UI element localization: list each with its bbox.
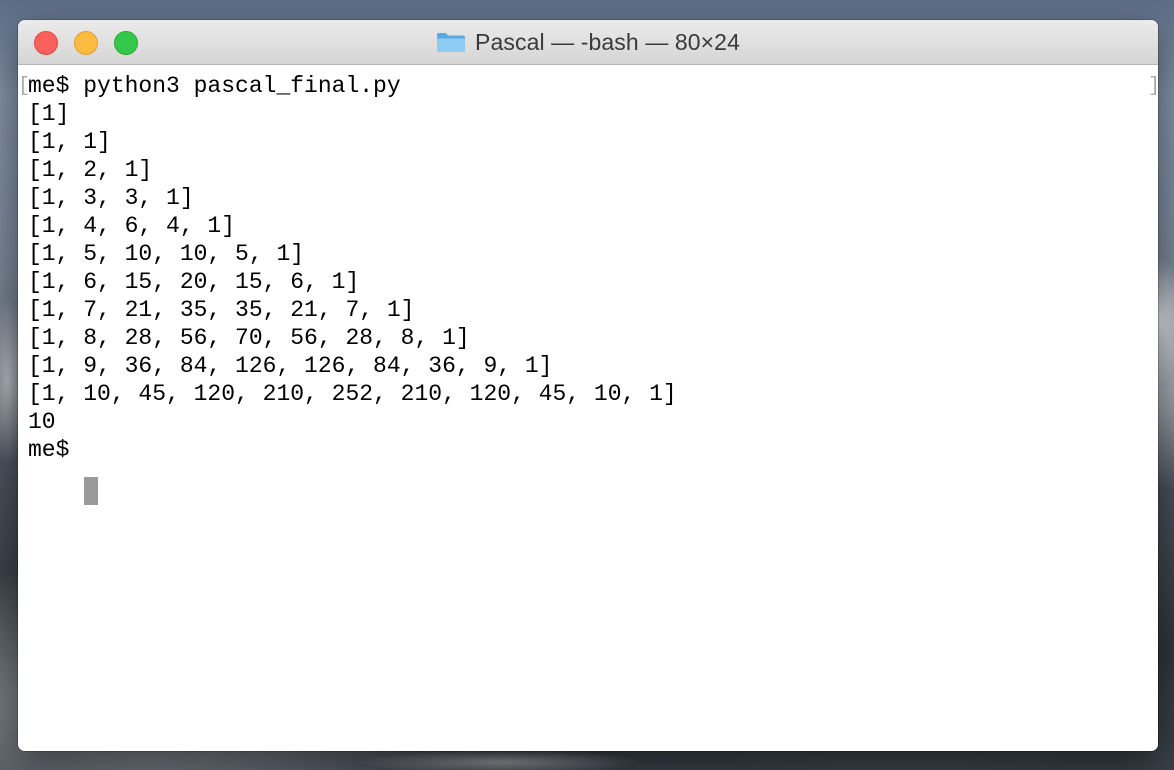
- left-bracket-marker: [: [18, 75, 31, 98]
- command-line: me$ python3 pascal_final.py: [28, 73, 401, 99]
- title-group: Pascal — -bash — 80×24: [18, 20, 1158, 64]
- output-line: [1, 8, 28, 56, 70, 56, 28, 8, 1]: [28, 325, 470, 351]
- output-line: [1]: [28, 101, 70, 127]
- output-line: [1, 7, 21, 35, 35, 21, 7, 1]: [28, 297, 415, 323]
- folder-icon: [437, 33, 466, 52]
- terminal-content[interactable]: [ ] me$ python3 pascal_final.py [1] [1, …: [18, 65, 1158, 751]
- title-bar[interactable]: Pascal — -bash — 80×24: [18, 20, 1158, 65]
- output-line: [1, 6, 15, 20, 15, 6, 1]: [28, 269, 360, 295]
- terminal-cursor: [84, 477, 98, 505]
- window-title: Pascal — -bash — 80×24: [475, 28, 740, 55]
- right-bracket-marker: ]: [1148, 75, 1158, 99]
- terminal-window: Pascal — -bash — 80×24 [ ] me$ python3 p…: [18, 20, 1158, 751]
- output-line: [1, 4, 6, 4, 1]: [28, 213, 236, 239]
- output-line: 10: [28, 409, 56, 435]
- output-line: [1, 2, 1]: [28, 157, 153, 183]
- output-line: [1, 5, 10, 10, 5, 1]: [28, 241, 305, 267]
- output-line: [1, 10, 45, 120, 210, 252, 210, 120, 45,…: [28, 381, 677, 407]
- output-line: [1, 1]: [28, 129, 111, 155]
- output-line: [1, 3, 3, 1]: [28, 185, 194, 211]
- prompt-line: me$: [28, 437, 84, 463]
- output-line: [1, 9, 36, 84, 126, 126, 84, 36, 9, 1]: [28, 353, 553, 379]
